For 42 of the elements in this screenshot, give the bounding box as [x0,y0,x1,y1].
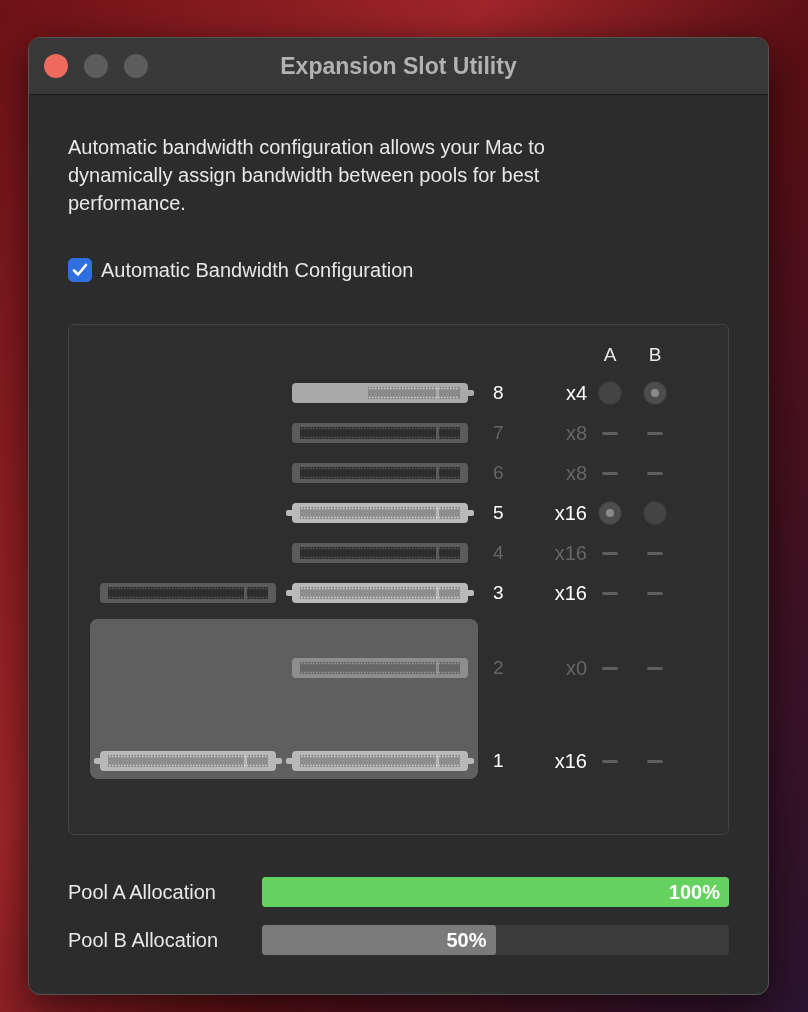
slot-number: 1 [493,750,504,772]
description-text: Automatic bandwidth configuration allows your Mac to dynamically assign bandwidth between pools for best performance. [68,135,546,216]
lane-width: x8 [565,461,587,485]
lane-width: x16 [554,541,587,565]
lane-width: x16 [554,581,587,605]
dash-icon [647,666,663,670]
checkbox-label: Automatic Bandwidth Configuration [101,258,414,282]
dash-icon [647,591,663,595]
allocation-percent: 100% [668,880,720,904]
checkbox[interactable] [68,258,92,282]
allocation-percent: 50% [446,928,487,952]
lane-width: x0 [565,656,587,680]
lane-width: x8 [565,421,587,445]
lane-width: x4 [565,381,587,405]
dash-icon [647,551,663,555]
dash-icon [602,666,618,670]
dash-icon [602,591,618,595]
checkmark-icon [72,263,88,277]
window-title: Expansion Slot Utility [280,52,517,79]
dash-icon [602,471,618,475]
dash-icon [647,471,663,475]
slot-number: 6 [493,462,504,484]
dash-icon [602,759,618,763]
lane-width: x16 [554,749,587,773]
radio-button[interactable] [598,501,622,525]
slot-number: 8 [493,382,504,404]
slot-number: 5 [493,502,504,524]
slot-number: 3 [493,582,504,604]
slot-number: 2 [493,657,504,679]
pool-label: Pool B Allocation [68,928,220,952]
slot-number: 7 [493,422,504,444]
slot-number: 4 [493,542,504,564]
pool-label: Pool A Allocation [68,880,217,904]
dash-icon [647,431,663,435]
column-header: A [602,343,618,366]
lane-width: x16 [554,501,587,525]
dash-icon [602,551,618,555]
dash-icon [602,431,618,435]
close-button[interactable] [44,54,68,78]
column-header: B [647,343,663,366]
dash-icon [647,759,663,763]
radio-button[interactable] [643,381,667,405]
